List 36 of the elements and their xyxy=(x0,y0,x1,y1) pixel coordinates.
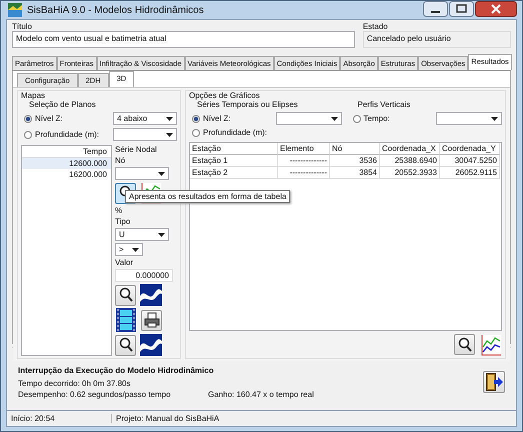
field-label: Estado xyxy=(362,22,389,31)
table-cell: 25388.6940 xyxy=(380,155,440,167)
table-cell: 26052.9115 xyxy=(440,167,500,179)
performance-text: Desempenho: 0.62 segundos/passo tempo xyxy=(18,390,172,398)
radio-label: Tempo: xyxy=(364,114,390,123)
table-cell: -------------- xyxy=(278,167,330,179)
elapsed-time: Tempo decorrido: 0h 0m 37.80s xyxy=(18,378,132,388)
group-label: Perfis Verticais xyxy=(358,100,412,109)
table-cell: -------------- xyxy=(278,155,330,167)
table-cell: 3854 xyxy=(330,167,380,179)
field-label: Valor xyxy=(115,258,134,267)
table-cell: 20552.3933 xyxy=(380,167,440,179)
field-label: Tipo xyxy=(115,217,132,226)
field-label: Título xyxy=(12,22,34,31)
status-text: Projeto: Manual do SisBaHiA xyxy=(115,414,220,423)
table-cell: Estação 2 xyxy=(190,167,278,179)
window-title: SisBaHiA 9.0 - Modelos Hidrodinâmicos xyxy=(27,4,205,16)
tooltip: Apresenta os resultados em forma de tabela xyxy=(125,190,290,203)
group-label: Séries Temporais ou Elipses xyxy=(197,100,299,109)
status-text: Início: 20:54 xyxy=(7,414,112,423)
group-label: Série Nodal xyxy=(115,145,158,154)
group-label: Seleção de Planos xyxy=(29,100,97,109)
radio-label: Nível Z: xyxy=(35,114,63,123)
field-label: % xyxy=(115,206,124,215)
section-title: Interrupção da Execução do Modelo Hidrodinâmico xyxy=(18,366,215,374)
field-label: Nó xyxy=(115,156,126,165)
radio-label: Nível Z: xyxy=(203,114,231,123)
gain-text: Ganho: 160.47 x o tempo real xyxy=(208,390,314,398)
state-field: Cancelado pelo usuário xyxy=(362,31,511,48)
radio-label: Profundidade (m): xyxy=(35,130,100,139)
group-label: Mapas xyxy=(21,91,46,100)
table-cell: Estação 1 xyxy=(190,155,278,167)
table-cell: 3536 xyxy=(330,155,380,167)
table-cell: 30047.5250 xyxy=(440,155,500,167)
group-label: Opções de Gráficos xyxy=(189,91,261,100)
radio-label: Profundidade (m): xyxy=(203,128,268,137)
